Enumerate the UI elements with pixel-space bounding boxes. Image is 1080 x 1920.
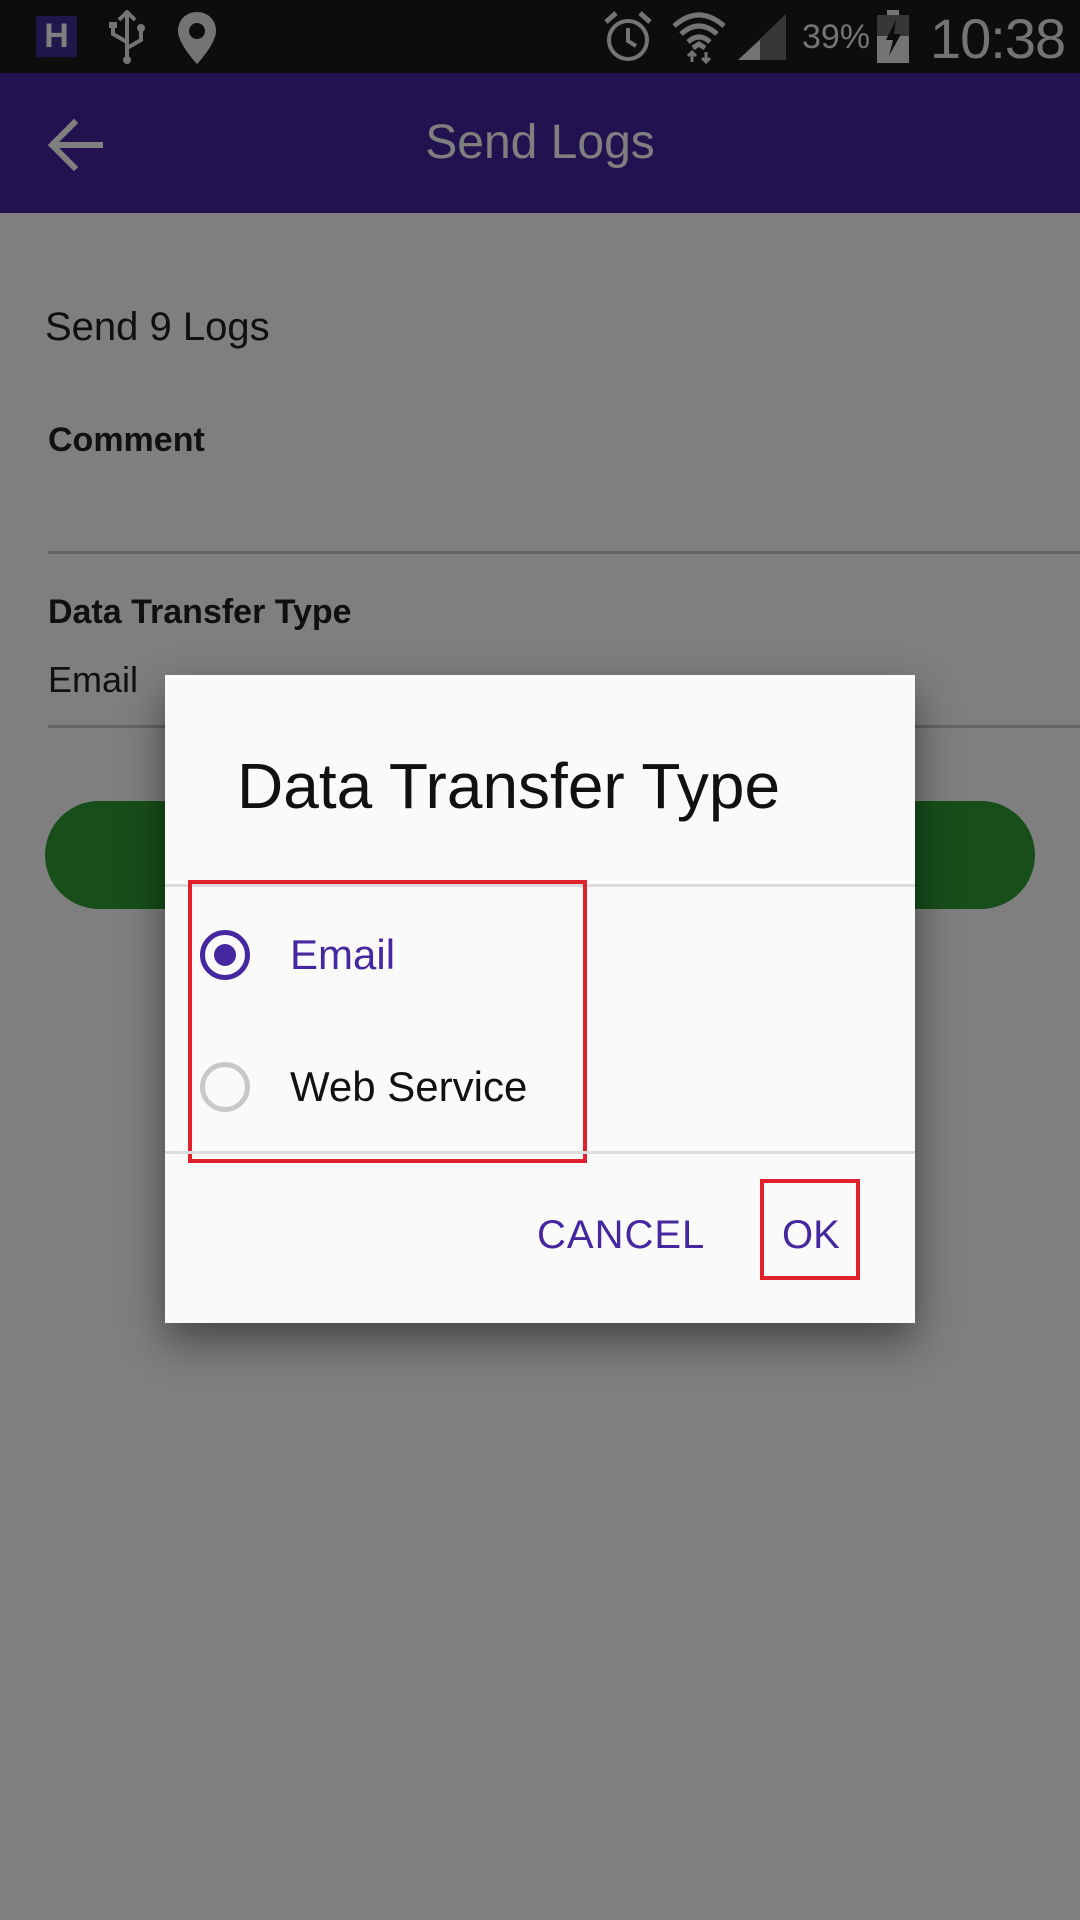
data-transfer-type-dialog: Data Transfer Type Email Web Service CAN… (165, 675, 915, 1323)
ok-button[interactable]: OK (782, 1213, 840, 1258)
options-highlight-box (188, 880, 587, 1163)
cancel-button[interactable]: CANCEL (537, 1213, 705, 1258)
dialog-divider (165, 1151, 915, 1154)
dialog-title: Data Transfer Type (237, 750, 781, 822)
